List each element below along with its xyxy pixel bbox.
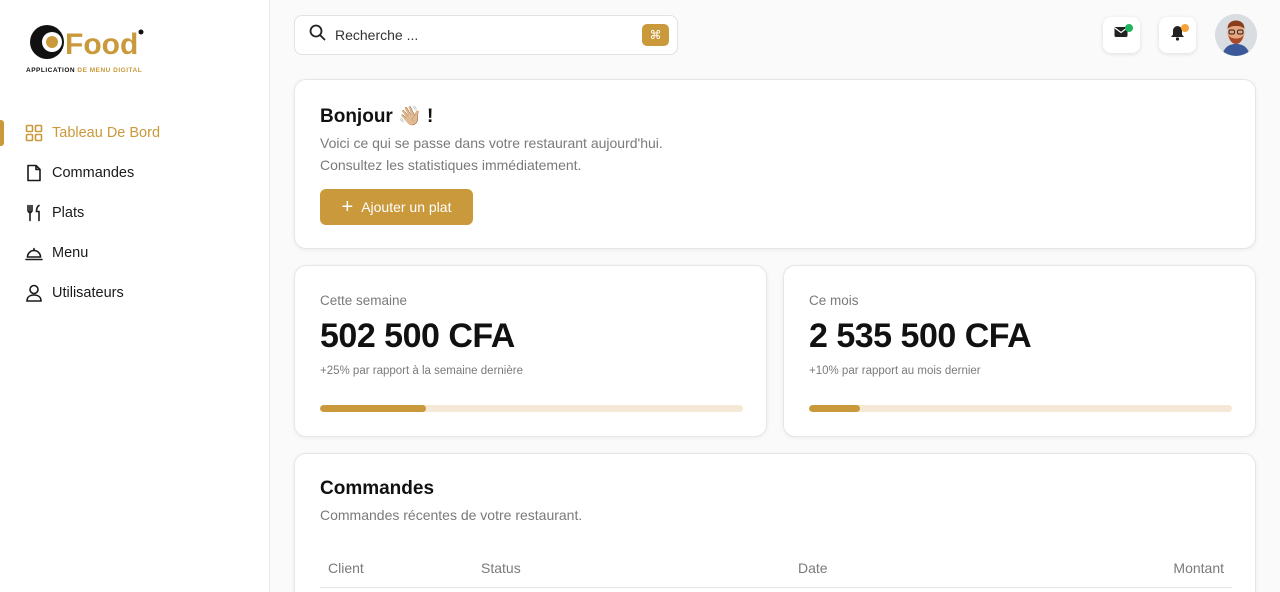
- stat-value: 502 500 CFA: [320, 317, 515, 355]
- user-icon: [24, 283, 44, 303]
- sidebar-nav: Tableau De Bord Commandes Plats Menu Uti…: [0, 113, 270, 313]
- welcome-card: Bonjour 👋🏼 ! Voici ce qui se passe dans …: [294, 79, 1256, 249]
- avatar[interactable]: [1215, 14, 1257, 56]
- messages-status-dot: [1125, 24, 1133, 32]
- food-logo-icon: Food: [30, 25, 144, 61]
- logo-tagline: APPLICATION DE MENU DIGITAL: [26, 67, 143, 74]
- column-header-date[interactable]: Date: [798, 560, 828, 576]
- stat-comparison: +25% par rapport à la semaine dernière: [320, 365, 523, 377]
- add-dish-button[interactable]: + Ajouter un plat: [320, 189, 473, 225]
- orders-card: Commandes Commandes récentes de votre re…: [294, 453, 1256, 592]
- sidebar-item-dishes[interactable]: Plats: [0, 193, 270, 233]
- utensils-icon: [24, 203, 44, 223]
- stat-label: Ce mois: [809, 293, 859, 308]
- notifications-status-dot: [1181, 24, 1189, 32]
- sidebar-item-label: Tableau De Bord: [52, 125, 161, 141]
- progress-fill: [809, 405, 860, 412]
- progress-track: [809, 405, 1232, 412]
- welcome-description: Voici ce qui se passe dans votre restaur…: [320, 135, 663, 173]
- sidebar-item-menu[interactable]: Menu: [0, 233, 270, 273]
- sidebar-item-label: Utilisateurs: [52, 285, 124, 301]
- sidebar-item-dashboard[interactable]: Tableau De Bord: [0, 113, 270, 153]
- monthly-stats-card: Ce mois 2 535 500 CFA +10% par rapport a…: [783, 265, 1256, 437]
- search-icon: [309, 24, 326, 46]
- cloche-icon: [24, 243, 44, 263]
- logo-text: Food: [65, 28, 138, 61]
- sidebar-item-label: Plats: [52, 205, 85, 221]
- column-header-status[interactable]: Status: [481, 560, 521, 576]
- stat-value: 2 535 500 CFA: [809, 317, 1032, 355]
- progress-track: [320, 405, 743, 412]
- dashboard-icon: [24, 123, 44, 143]
- sidebar: Food APPLICATION DE MENU DIGITAL Tableau…: [0, 0, 270, 592]
- progress-fill: [320, 405, 426, 412]
- sidebar-item-label: Commandes: [52, 165, 135, 181]
- command-shortcut-badge: ⌘: [642, 24, 669, 46]
- search-input[interactable]: Recherche ...: [335, 27, 642, 43]
- search-bar[interactable]: Recherche ... ⌘: [294, 15, 678, 55]
- weekly-stats-card: Cette semaine 502 500 CFA +25% par rappo…: [294, 265, 767, 437]
- messages-button[interactable]: [1103, 17, 1140, 53]
- sidebar-item-orders[interactable]: Commandes: [0, 153, 270, 193]
- add-dish-label: Ajouter un plat: [361, 199, 452, 215]
- column-header-amount[interactable]: Montant: [1173, 560, 1224, 576]
- app-logo[interactable]: Food APPLICATION DE MENU DIGITAL: [25, 18, 165, 78]
- user-avatar-icon: [1215, 14, 1257, 56]
- plus-icon: +: [341, 196, 354, 218]
- orders-title: Commandes: [320, 478, 435, 499]
- document-icon: [24, 163, 44, 183]
- sidebar-item-users[interactable]: Utilisateurs: [0, 273, 270, 313]
- sidebar-item-label: Menu: [52, 245, 89, 261]
- stat-comparison: +10% par rapport au mois dernier: [809, 365, 981, 377]
- stat-label: Cette semaine: [320, 293, 408, 308]
- notifications-button[interactable]: [1159, 17, 1196, 53]
- orders-subtitle: Commandes récentes de votre restaurant.: [320, 507, 583, 523]
- orders-table-header: Client Status Date Montant: [320, 554, 1232, 588]
- welcome-title: Bonjour 👋🏼 !: [320, 106, 434, 127]
- column-header-client[interactable]: Client: [328, 560, 364, 576]
- main-content: Recherche ... ⌘ Bonjour 👋🏼 ! Voici ce qu…: [270, 0, 1280, 592]
